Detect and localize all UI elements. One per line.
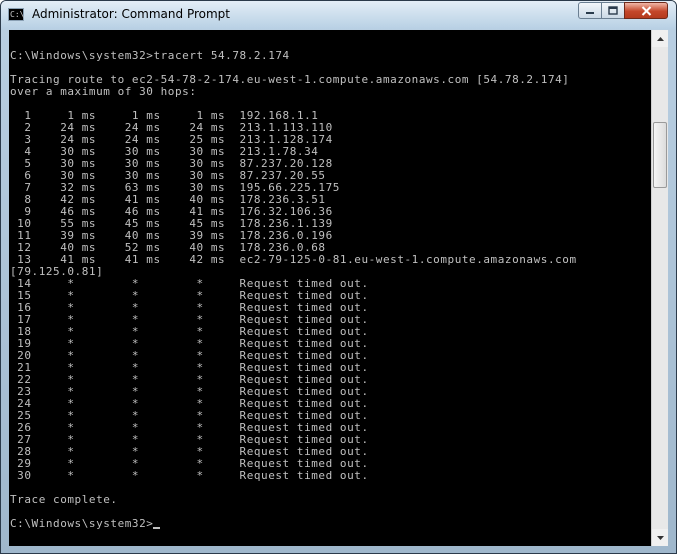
console-line: C:\Windows\system32> [10, 518, 577, 530]
scroll-down-button[interactable] [652, 529, 668, 546]
title-bar[interactable]: C:\ Administrator: Command Prompt [1, 1, 676, 29]
text-cursor [153, 527, 161, 529]
console-output[interactable]: C:\Windows\system32>tracert 54.78.2.174 T… [9, 30, 651, 546]
command-prompt-window: C:\ Administrator: Command Prompt C:\Win… [0, 0, 677, 554]
scroll-up-button[interactable] [652, 30, 668, 47]
maximize-icon [608, 6, 618, 15]
console-line: 30 * * * Request timed out. [10, 469, 369, 482]
console-text: C:\Windows\system32>tracert 54.78.2.174 T… [10, 38, 577, 530]
cmd-icon[interactable]: C:\ [8, 8, 24, 21]
arrow-up-icon [656, 36, 664, 41]
window-title: Administrator: Command Prompt [32, 7, 230, 21]
close-button[interactable] [624, 2, 668, 19]
maximize-button[interactable] [601, 2, 625, 19]
minimize-button[interactable] [578, 2, 602, 19]
scroll-thumb[interactable] [653, 122, 667, 188]
minimize-icon [586, 11, 594, 14]
close-icon [641, 5, 651, 16]
arrow-down-icon [656, 535, 664, 540]
console-line: Trace complete. [10, 493, 118, 506]
console-line: over a maximum of 30 hops: [10, 85, 197, 98]
console-line: C:\Windows\system32>tracert 54.78.2.174 [10, 49, 290, 62]
vertical-scrollbar[interactable] [651, 30, 668, 546]
